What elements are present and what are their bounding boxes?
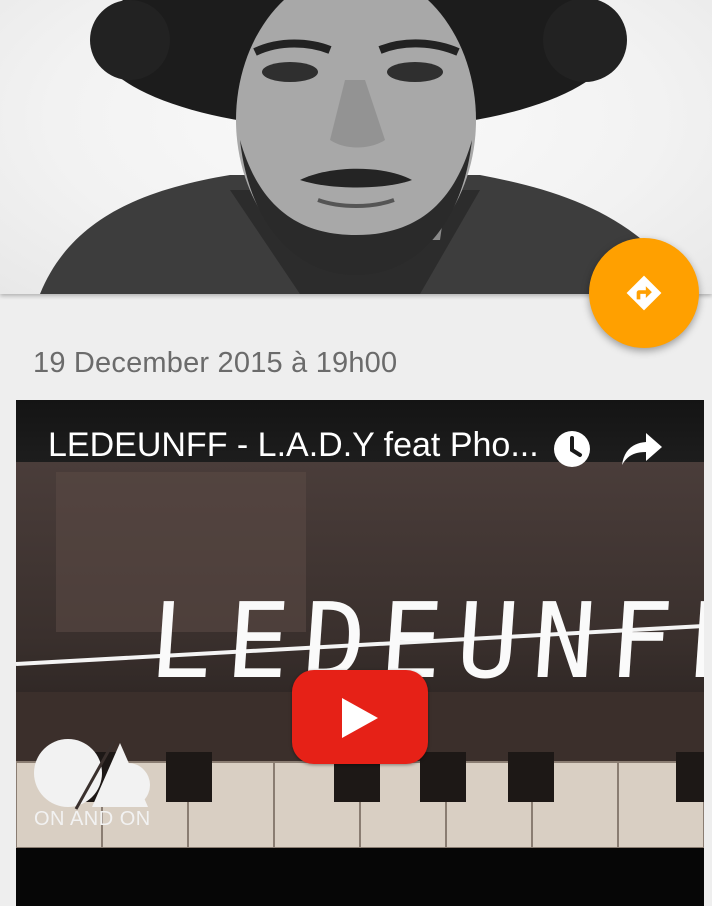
play-icon	[342, 698, 378, 738]
label-name: ON AND ON	[34, 808, 151, 830]
watch-later-button[interactable]	[552, 429, 592, 469]
event-date: 19 December 2015 à 19h00	[33, 347, 398, 379]
video-title-bar: LEDEUNFF - L.A.D.Y feat Pho...	[16, 400, 704, 467]
directions-icon	[626, 275, 662, 311]
play-button[interactable]	[292, 670, 428, 764]
share-icon	[622, 433, 662, 465]
artist-portrait-illustration	[40, 0, 690, 294]
video-bottom-bar	[16, 848, 704, 906]
video-title[interactable]: LEDEUNFF - L.A.D.Y feat Pho...	[48, 426, 539, 465]
share-button[interactable]	[620, 431, 664, 467]
directions-button[interactable]	[589, 238, 699, 348]
artist-photo	[0, 0, 712, 294]
video-player[interactable]: LEDEUNFF LEDEUNFF - L.A.D.Y feat Pho... …	[16, 400, 704, 906]
clock-icon	[554, 431, 590, 467]
